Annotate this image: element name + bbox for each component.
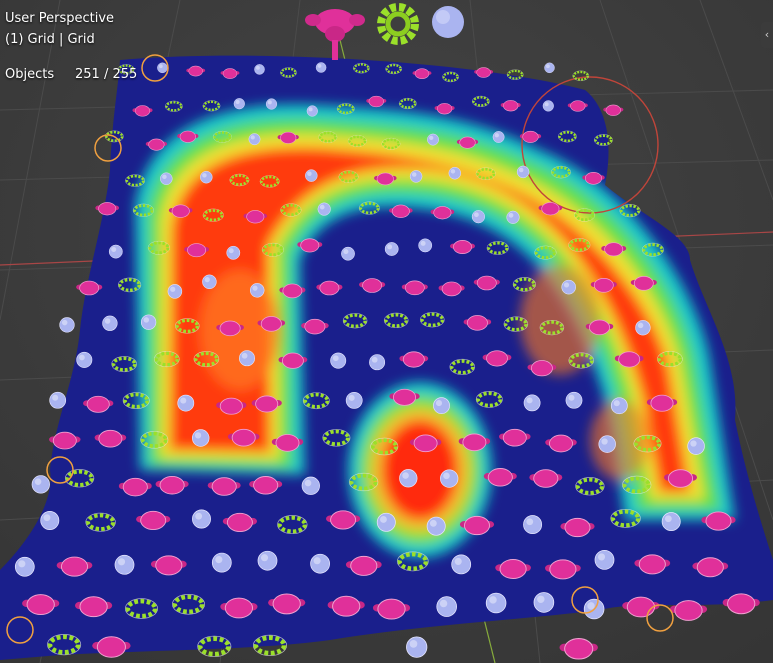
- sphere-instance[interactable]: [14, 556, 35, 577]
- sphere-instance[interactable]: [406, 636, 428, 658]
- sphere-instance[interactable]: [114, 554, 135, 575]
- sphere-instance[interactable]: [427, 133, 439, 146]
- sphere-instance[interactable]: [516, 165, 530, 179]
- sphere-instance[interactable]: [192, 509, 211, 529]
- sphere-instance[interactable]: [102, 315, 118, 331]
- view-name-label: User Perspective: [5, 11, 115, 26]
- sphere-instance[interactable]: [451, 554, 472, 575]
- sphere-instance[interactable]: [418, 238, 433, 253]
- sphere-instance[interactable]: [561, 279, 576, 295]
- sphere-instance[interactable]: [249, 283, 265, 298]
- sphere-instance[interactable]: [306, 105, 318, 117]
- sphere-instance[interactable]: [233, 98, 245, 110]
- sphere-icon[interactable]: [432, 6, 464, 38]
- sphere-instance[interactable]: [59, 317, 75, 333]
- sphere-instance[interactable]: [687, 437, 705, 455]
- sphere-instance[interactable]: [492, 131, 505, 143]
- sphere-instance[interactable]: [440, 469, 459, 488]
- sphere-instance[interactable]: [610, 397, 628, 415]
- sphere-instance[interactable]: [533, 592, 555, 613]
- sphere-instance[interactable]: [542, 100, 554, 112]
- sphere-instance[interactable]: [305, 169, 318, 182]
- sphere-instance[interactable]: [239, 350, 255, 367]
- objects-stat-label: Objects: [5, 67, 55, 82]
- sphere-instance[interactable]: [369, 354, 386, 371]
- sphere-instance[interactable]: [40, 511, 60, 530]
- sphere-instance[interactable]: [315, 62, 327, 73]
- sphere-instance[interactable]: [167, 284, 183, 299]
- sphere-instance[interactable]: [341, 246, 355, 261]
- sphere-instance[interactable]: [200, 170, 213, 184]
- sphere-instance[interactable]: [661, 512, 681, 532]
- sphere-instance[interactable]: [49, 391, 67, 409]
- sphere-instance[interactable]: [211, 552, 232, 573]
- sphere-instance[interactable]: [317, 202, 331, 216]
- sphere-instance[interactable]: [471, 210, 485, 224]
- sphere-instance[interactable]: [301, 476, 320, 495]
- sphere-instance[interactable]: [177, 394, 195, 412]
- sphere-instance[interactable]: [108, 244, 123, 259]
- sphere-instance[interactable]: [202, 274, 217, 290]
- sphere-instance[interactable]: [248, 133, 261, 146]
- sphere-instance[interactable]: [330, 352, 347, 369]
- chevron-left-icon[interactable]: ‹: [761, 22, 773, 48]
- sphere-instance[interactable]: [254, 64, 265, 75]
- sphere-instance[interactable]: [376, 512, 396, 532]
- sphere-instance[interactable]: [345, 392, 363, 409]
- sphere-instance[interactable]: [399, 469, 418, 488]
- sphere-instance[interactable]: [635, 320, 651, 336]
- sphere-instance[interactable]: [544, 62, 555, 74]
- sphere-instance[interactable]: [140, 314, 157, 330]
- sphere-instance[interactable]: [506, 210, 520, 224]
- sphere-instance[interactable]: [265, 98, 278, 110]
- sphere-instance[interactable]: [31, 475, 50, 494]
- sphere-instance[interactable]: [76, 351, 93, 368]
- 3d-viewport[interactable]: [0, 0, 773, 663]
- sphere-instance[interactable]: [436, 596, 457, 617]
- sphere-instance[interactable]: [160, 172, 173, 185]
- sphere-instance[interactable]: [565, 391, 583, 409]
- objects-stat-value: 251 / 255: [75, 67, 138, 82]
- sphere-instance[interactable]: [257, 550, 278, 571]
- sphere-instance[interactable]: [226, 245, 241, 260]
- sphere-instance[interactable]: [157, 62, 168, 74]
- sphere-instance[interactable]: [485, 592, 507, 614]
- sphere-instance[interactable]: [523, 515, 543, 535]
- sphere-instance[interactable]: [310, 553, 330, 574]
- sphere-instance[interactable]: [426, 516, 446, 536]
- sphere-instance[interactable]: [523, 394, 541, 412]
- collection-label: (1) Grid | Grid: [5, 32, 95, 47]
- sphere-instance[interactable]: [433, 397, 450, 414]
- sphere-instance[interactable]: [384, 242, 399, 256]
- sphere-instance[interactable]: [598, 435, 616, 453]
- sphere-instance[interactable]: [191, 429, 210, 447]
- sphere-instance[interactable]: [594, 550, 615, 570]
- sphere-instance[interactable]: [448, 166, 462, 180]
- sphere-instance[interactable]: [409, 170, 423, 183]
